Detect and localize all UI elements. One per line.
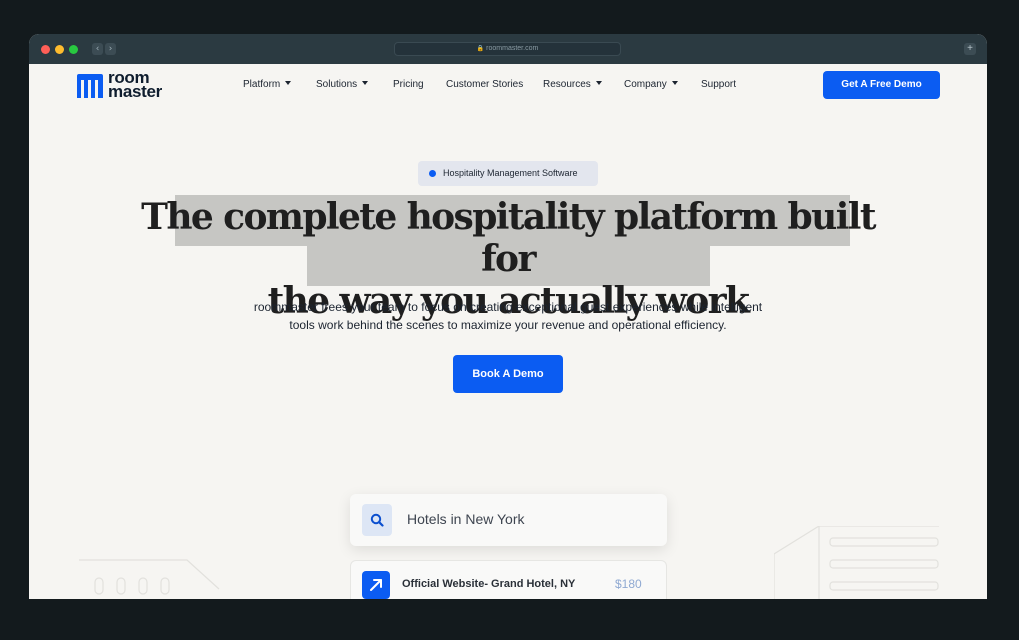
book-demo-button[interactable]: Book A Demo bbox=[453, 355, 563, 393]
logo-wordmark: room master bbox=[108, 69, 162, 101]
nav-item-platform[interactable]: Platform bbox=[243, 79, 292, 91]
nav-item-resources[interactable]: Resources bbox=[543, 79, 602, 91]
category-badge: Hospitality Management Software bbox=[418, 161, 598, 186]
search-icon bbox=[362, 504, 392, 536]
minimize-window-button[interactable] bbox=[55, 45, 64, 54]
logo-line-2: master bbox=[108, 82, 162, 101]
new-tab-button[interactable]: + bbox=[964, 43, 976, 55]
nav-label: Support bbox=[701, 79, 737, 90]
chevron-down-icon bbox=[671, 81, 678, 85]
maximize-window-button[interactable] bbox=[69, 45, 78, 54]
headline-line-1: The complete hospitality platform built … bbox=[141, 196, 876, 280]
result-title: Official Website- Grand Hotel, NY bbox=[402, 578, 576, 590]
badge-dot-icon bbox=[429, 170, 436, 177]
url-text: roommaster.com bbox=[486, 45, 539, 52]
forward-button[interactable]: › bbox=[105, 43, 116, 55]
logo-mark-icon bbox=[77, 74, 103, 98]
nav-item-pricing[interactable]: Pricing bbox=[393, 79, 424, 91]
nav-item-company[interactable]: Company bbox=[624, 79, 678, 91]
hero-subtext: roommaster frees your team to focus on c… bbox=[208, 298, 808, 334]
nav-item-support[interactable]: Support bbox=[701, 79, 736, 91]
lock-icon: 🔒 bbox=[476, 46, 485, 52]
search-preview-card: Hotels in New York bbox=[350, 494, 667, 546]
page: room master Platform Solutions Pricing C… bbox=[29, 64, 987, 599]
nav-label: Solutions bbox=[316, 79, 358, 90]
building-illustration bbox=[79, 559, 220, 595]
back-button[interactable]: ‹ bbox=[92, 43, 103, 55]
nav-label: Resources bbox=[543, 79, 591, 90]
address-bar[interactable]: 🔒 roommaster.com bbox=[394, 42, 621, 56]
chevron-down-icon bbox=[285, 81, 292, 85]
nav-label: Company bbox=[624, 79, 667, 90]
subtext-line-2: tools work behind the scenes to maximize… bbox=[289, 318, 727, 332]
close-window-button[interactable] bbox=[41, 45, 50, 54]
get-free-demo-button[interactable]: Get A Free Demo bbox=[823, 71, 940, 99]
document-illustration bbox=[774, 526, 939, 599]
search-result-card: Official Website- Grand Hotel, NY $180 bbox=[350, 560, 667, 599]
arrow-up-right-icon bbox=[362, 571, 390, 599]
chevron-down-icon bbox=[362, 81, 369, 85]
chevron-down-icon bbox=[595, 81, 602, 85]
search-query: Hotels in New York bbox=[407, 511, 525, 527]
nav-item-solutions[interactable]: Solutions bbox=[316, 79, 369, 91]
nav-label: Customer Stories bbox=[446, 79, 524, 90]
nav-item-customer-stories[interactable]: Customer Stories bbox=[446, 79, 523, 91]
browser-toolbar: ‹ › 🔒 roommaster.com + bbox=[29, 34, 987, 64]
nav-label: Pricing bbox=[393, 79, 424, 90]
result-price: $180 bbox=[615, 577, 642, 591]
nav-label: Platform bbox=[243, 79, 281, 90]
browser-window: ‹ › 🔒 roommaster.com + room master Platfo… bbox=[29, 34, 987, 599]
badge-label: Hospitality Management Software bbox=[443, 168, 578, 178]
subtext-line-1: roommaster frees your team to focus on c… bbox=[253, 300, 763, 314]
